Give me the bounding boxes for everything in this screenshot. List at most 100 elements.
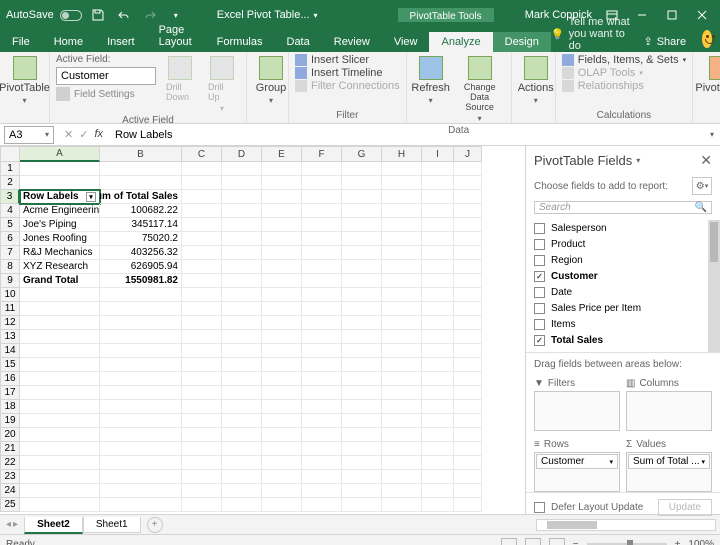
cell-J15[interactable] (454, 358, 482, 372)
field-checkbox[interactable] (534, 239, 545, 250)
cell-F6[interactable] (302, 232, 342, 246)
feedback-icon[interactable] (702, 30, 712, 48)
cell-F14[interactable] (302, 344, 342, 358)
row-header-5[interactable]: 5 (0, 218, 20, 232)
cell-H15[interactable] (382, 358, 422, 372)
row-header-3[interactable]: 3 (0, 190, 20, 204)
cell-H4[interactable] (382, 204, 422, 218)
cell-C2[interactable] (182, 176, 222, 190)
field-settings-button[interactable]: Field Settings (56, 87, 156, 101)
cell-F20[interactable] (302, 428, 342, 442)
cell-H19[interactable] (382, 414, 422, 428)
cell-G25[interactable] (342, 498, 382, 512)
cell-J8[interactable] (454, 260, 482, 274)
cell-F5[interactable] (302, 218, 342, 232)
change-data-source-button[interactable]: Change Data Source▾ (455, 54, 505, 125)
cell-I2[interactable] (422, 176, 454, 190)
cell-J10[interactable] (454, 288, 482, 302)
cell-H25[interactable] (382, 498, 422, 512)
cell-G1[interactable] (342, 162, 382, 176)
cell-B10[interactable] (100, 288, 182, 302)
cell-F17[interactable] (302, 386, 342, 400)
field-checkbox[interactable] (534, 303, 545, 314)
cell-H22[interactable] (382, 456, 422, 470)
zoom-level[interactable]: 100% (688, 539, 714, 545)
cell-J6[interactable] (454, 232, 482, 246)
cell-A19[interactable] (20, 414, 100, 428)
cell-A12[interactable] (20, 316, 100, 330)
cell-B24[interactable] (100, 484, 182, 498)
drill-down-button[interactable]: Drill Down (162, 54, 198, 104)
share-button[interactable]: ⇪ Share (635, 31, 694, 52)
cell-C10[interactable] (182, 288, 222, 302)
row-header-6[interactable]: 6 (0, 232, 20, 246)
cell-H6[interactable] (382, 232, 422, 246)
cell-D18[interactable] (222, 400, 262, 414)
cell-F15[interactable] (302, 358, 342, 372)
cell-E21[interactable] (262, 442, 302, 456)
cell-A6[interactable]: Jones Roofing (20, 232, 100, 246)
cell-H5[interactable] (382, 218, 422, 232)
cell-C23[interactable] (182, 470, 222, 484)
cell-F22[interactable] (302, 456, 342, 470)
cell-F13[interactable] (302, 330, 342, 344)
cell-D14[interactable] (222, 344, 262, 358)
cell-E17[interactable] (262, 386, 302, 400)
column-header-I[interactable]: I (422, 146, 454, 162)
cell-C8[interactable] (182, 260, 222, 274)
cell-J14[interactable] (454, 344, 482, 358)
cell-B19[interactable] (100, 414, 182, 428)
cell-D15[interactable] (222, 358, 262, 372)
cell-I5[interactable] (422, 218, 454, 232)
field-total-sales[interactable]: Total Sales (534, 332, 712, 348)
cell-B6[interactable]: 75020.2 (100, 232, 182, 246)
cell-G15[interactable] (342, 358, 382, 372)
cell-J24[interactable] (454, 484, 482, 498)
row-header-20[interactable]: 20 (0, 428, 20, 442)
cell-A9[interactable]: Grand Total (20, 274, 100, 288)
redo-icon[interactable] (140, 5, 160, 25)
cell-D9[interactable] (222, 274, 262, 288)
actions-button[interactable]: Actions▾ (518, 54, 554, 107)
cell-J16[interactable] (454, 372, 482, 386)
cell-J20[interactable] (454, 428, 482, 442)
cell-I23[interactable] (422, 470, 454, 484)
cell-E13[interactable] (262, 330, 302, 344)
cell-A11[interactable] (20, 302, 100, 316)
cell-C5[interactable] (182, 218, 222, 232)
cell-B8[interactable]: 626905.94 (100, 260, 182, 274)
cell-G7[interactable] (342, 246, 382, 260)
row-header-22[interactable]: 22 (0, 456, 20, 470)
panel-close-icon[interactable]: ✕ (700, 152, 712, 169)
cell-B25[interactable] (100, 498, 182, 512)
cell-A16[interactable] (20, 372, 100, 386)
cell-I8[interactable] (422, 260, 454, 274)
cell-I1[interactable] (422, 162, 454, 176)
cell-E25[interactable] (262, 498, 302, 512)
cell-C21[interactable] (182, 442, 222, 456)
cell-J4[interactable] (454, 204, 482, 218)
cell-I14[interactable] (422, 344, 454, 358)
cell-E11[interactable] (262, 302, 302, 316)
cell-H14[interactable] (382, 344, 422, 358)
cell-E23[interactable] (262, 470, 302, 484)
cell-H24[interactable] (382, 484, 422, 498)
maximize-icon[interactable] (662, 5, 682, 25)
cell-B1[interactable] (100, 162, 182, 176)
cell-D3[interactable] (222, 190, 262, 204)
cell-E7[interactable] (262, 246, 302, 260)
insert-timeline-button[interactable]: Insert Timeline (295, 67, 400, 79)
cell-E5[interactable] (262, 218, 302, 232)
cell-F24[interactable] (302, 484, 342, 498)
tell-me[interactable]: 💡 Tell me what you want to do (551, 16, 636, 52)
field-items[interactable]: Items (534, 316, 712, 332)
cell-J25[interactable] (454, 498, 482, 512)
cell-H23[interactable] (382, 470, 422, 484)
tab-design[interactable]: Design (493, 32, 551, 52)
cell-C6[interactable] (182, 232, 222, 246)
cell-G6[interactable] (342, 232, 382, 246)
column-header-A[interactable]: A (20, 146, 100, 162)
field-salesperson[interactable]: Salesperson (534, 220, 712, 236)
cell-C25[interactable] (182, 498, 222, 512)
cell-I25[interactable] (422, 498, 454, 512)
